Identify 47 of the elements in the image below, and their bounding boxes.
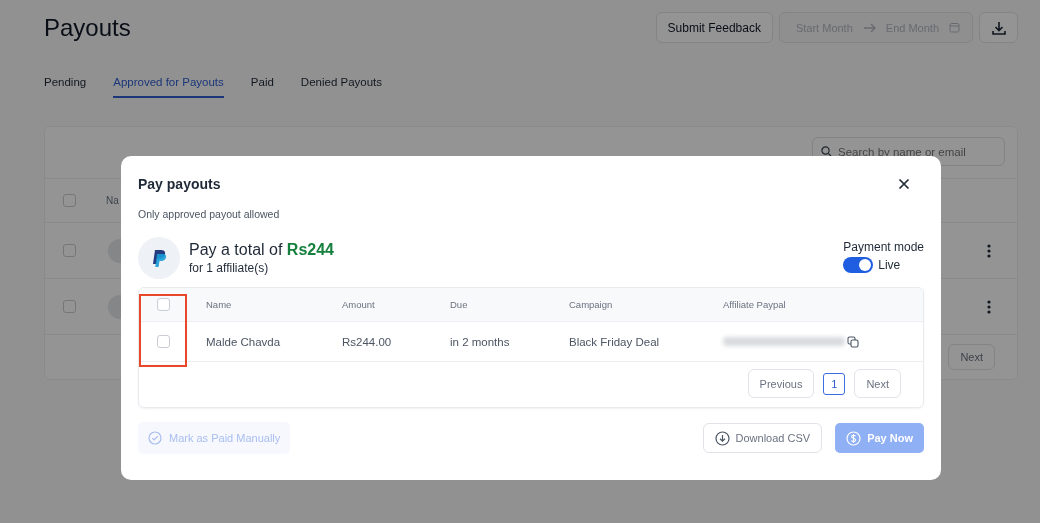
checkbox[interactable] <box>63 300 76 313</box>
close-icon[interactable] <box>898 178 910 190</box>
payment-mode-label: Payment mode <box>843 239 924 254</box>
column-header: Due <box>450 299 468 310</box>
table-cell: in 2 months <box>450 335 510 348</box>
more-icon[interactable] <box>987 243 991 258</box>
tab[interactable]: Paid <box>250 76 274 98</box>
paypal-logo-icon <box>138 237 180 279</box>
checkbox[interactable] <box>63 244 76 257</box>
check-circle-icon <box>148 431 162 445</box>
page-number-button[interactable]: 1 <box>823 372 846 395</box>
more-icon[interactable] <box>987 299 991 314</box>
feedback-button[interactable]: Submit Feedback <box>655 12 773 43</box>
page-title: Payouts <box>44 13 131 42</box>
tab[interactable]: Approved for Payouts <box>113 76 224 98</box>
column-header: Name <box>206 299 232 310</box>
dialog-note: Only approved payout allowed <box>138 208 281 220</box>
table-cell: Malde Chavda <box>206 335 281 348</box>
search-icon <box>821 146 832 157</box>
download-icon <box>714 430 730 446</box>
column-header: Amount <box>342 299 375 310</box>
dialog-title: Pay payouts <box>138 176 221 192</box>
live-toggle[interactable] <box>843 256 874 273</box>
next-button[interactable]: Next <box>948 344 995 370</box>
table-cell: Black Friday Deal <box>569 335 660 348</box>
column-header: Campaign <box>569 299 613 310</box>
checkbox[interactable] <box>156 298 170 311</box>
column-header: Affiliate Paypal <box>723 299 786 310</box>
total-label: Pay a total of <box>189 241 283 258</box>
download-csv-button[interactable]: Download CSV <box>702 423 823 453</box>
total-amount: Rs244 <box>286 241 334 258</box>
next-button[interactable]: Next <box>854 369 901 398</box>
download-button[interactable] <box>979 12 1018 43</box>
dollar-circle-icon <box>846 430 862 446</box>
affiliate-count: for 1 affiliate(s) <box>189 261 270 275</box>
download-icon <box>990 19 1007 36</box>
arrow-right-icon <box>862 22 876 33</box>
copy-icon[interactable] <box>847 335 859 348</box>
tab[interactable]: Pending <box>44 76 87 98</box>
column-header: Na <box>106 195 119 206</box>
table-cell: Rs244.00 <box>342 335 392 348</box>
checkbox[interactable] <box>156 335 170 348</box>
previous-button[interactable]: Previous <box>747 369 815 398</box>
live-label: Live <box>878 257 901 272</box>
checkbox[interactable] <box>63 194 76 207</box>
calendar-icon <box>949 22 960 33</box>
tab[interactable]: Denied Payouts <box>300 76 383 98</box>
